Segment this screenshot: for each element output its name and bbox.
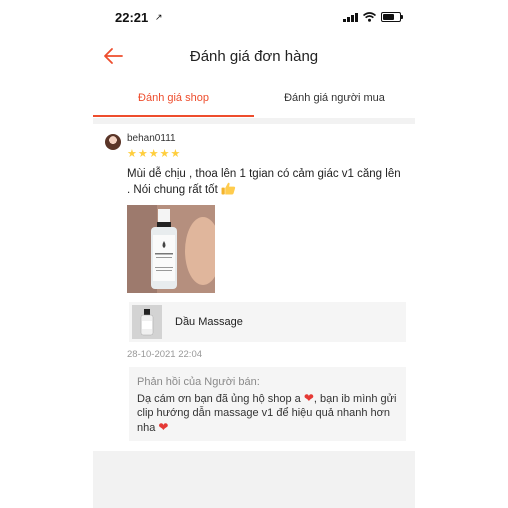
reviewer-username[interactable]: behan0111 xyxy=(127,133,176,144)
product-card[interactable]: Dầu Massage xyxy=(129,302,406,342)
star-icon: ★ xyxy=(159,148,170,160)
status-time: 22:21 xyxy=(115,10,149,25)
rating-stars: ★ ★ ★ ★ ★ xyxy=(127,148,180,160)
tab-bar: Đánh giá shop Đánh giá người mua xyxy=(93,82,415,118)
header: Đánh giá đơn hàng xyxy=(93,36,415,80)
product-thumbnail xyxy=(132,305,162,339)
star-icon: ★ xyxy=(137,148,148,160)
thumbs-up-icon xyxy=(221,182,236,195)
seller-reply-label: Phản hồi của Người bán: xyxy=(137,376,260,388)
avatar[interactable] xyxy=(105,134,121,150)
seller-reply: Phản hồi của Người bán: Dạ cám ơn bạn đã… xyxy=(129,367,406,441)
status-bar: 22:21 ↗ xyxy=(93,0,415,34)
star-icon: ★ xyxy=(127,148,137,160)
location-icon: ↗ xyxy=(155,12,163,22)
signal-icon xyxy=(343,12,358,22)
seller-reply-text-part1: Dạ cám ơn bạn đã ủng hộ shop a xyxy=(137,393,301,405)
star-icon: ★ xyxy=(148,148,159,160)
review-comment-text: Mùi dễ chịu , thoa lên 1 tgian có cảm gi… xyxy=(127,168,401,196)
heart-icon: ❤ xyxy=(303,391,314,405)
star-icon: ★ xyxy=(170,148,181,160)
product-name: Dầu Massage xyxy=(175,316,243,328)
page-title: Đánh giá đơn hàng xyxy=(189,48,319,65)
active-tab-indicator xyxy=(93,115,254,117)
review-date: 28-10-2021 22:04 xyxy=(127,349,203,360)
oil-bottle-photo xyxy=(127,205,215,293)
status-icons xyxy=(343,11,403,23)
wifi-icon xyxy=(363,12,376,22)
section-divider xyxy=(93,118,415,124)
tab-shop-review[interactable]: Đánh giá shop xyxy=(93,82,254,116)
review-comment: Mùi dễ chịu , thoa lên 1 tgian có cảm gi… xyxy=(127,167,403,198)
battery-icon xyxy=(381,12,403,22)
page-footer-background xyxy=(93,451,415,508)
phone-screen: 22:21 ↗ Đánh giá đơn hàng Đánh giá shop … xyxy=(93,0,415,508)
seller-reply-text: Dạ cám ơn bạn đã ủng hộ shop a ❤, bạn ib… xyxy=(137,391,401,435)
tab-buyer-review[interactable]: Đánh giá người mua xyxy=(254,82,415,116)
review-photo[interactable] xyxy=(127,205,215,293)
heart-icon: ❤ xyxy=(158,420,169,434)
